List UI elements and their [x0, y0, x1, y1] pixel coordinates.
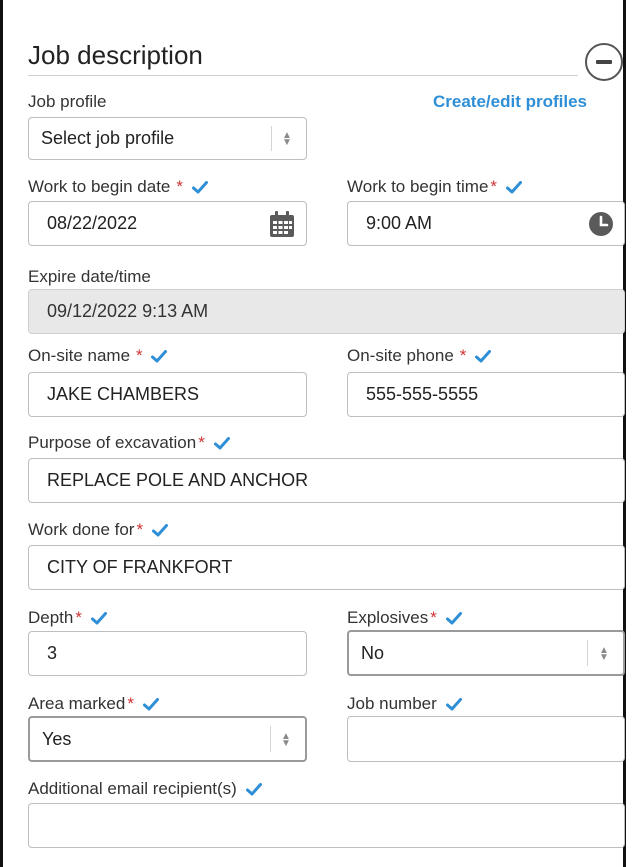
explosives-value: No	[361, 642, 385, 663]
work-begin-date-input[interactable]: 08/22/2022	[28, 201, 307, 246]
minus-circle-icon	[596, 60, 612, 64]
select-divider	[271, 126, 272, 151]
onsite-name-label: On-site name *	[28, 346, 168, 366]
check-icon	[90, 612, 107, 625]
depth-value: 3	[47, 643, 58, 663]
work-done-for-label: Work done for *	[28, 520, 168, 540]
check-icon	[191, 181, 208, 194]
onsite-phone-input[interactable]: 555-555-5555	[347, 372, 625, 417]
area-marked-label: Area marked *	[28, 694, 159, 714]
work-begin-date-value: 08/22/2022	[47, 213, 138, 233]
area-marked-select[interactable]: Yes ▲ ▼	[28, 716, 307, 762]
onsite-name-value: JAKE CHAMBERS	[47, 384, 200, 404]
check-icon	[142, 698, 159, 711]
work-begin-time-value: 9:00 AM	[366, 213, 433, 233]
job-profile-label: Job profile	[28, 92, 107, 111]
check-icon	[151, 524, 168, 537]
onsite-phone-label: On-site phone *	[347, 346, 492, 366]
check-icon	[445, 612, 462, 625]
check-icon	[245, 783, 262, 796]
check-icon	[213, 437, 230, 450]
job-profile-select[interactable]: Select job profile ▲ ▼	[28, 117, 307, 160]
select-arrows-icon: ▲ ▼	[599, 645, 609, 663]
check-icon	[505, 181, 522, 194]
work-done-for-value: CITY OF FRANKFORT	[47, 557, 233, 577]
check-icon	[475, 350, 492, 363]
create-edit-profiles-link[interactable]: Create/edit profiles	[433, 92, 587, 112]
additional-email-input[interactable]	[28, 803, 625, 848]
onsite-name-input[interactable]: JAKE CHAMBERS	[28, 372, 307, 417]
select-arrows-icon: ▲ ▼	[282, 130, 292, 148]
purpose-input[interactable]: REPLACE POLE AND ANCHOR	[28, 458, 625, 503]
work-begin-time-input[interactable]: 9:00 AM	[347, 201, 625, 246]
work-begin-date-label: Work to begin date *	[28, 177, 208, 197]
expire-input: 09/12/2022 9:13 AM	[28, 289, 625, 334]
explosives-select[interactable]: No ▲ ▼	[347, 630, 625, 676]
additional-email-label: Additional email recipient(s)	[28, 779, 262, 799]
clock-icon[interactable]	[588, 211, 614, 237]
job-number-label: Job number	[347, 694, 462, 714]
check-icon	[445, 698, 462, 711]
work-done-for-input[interactable]: CITY OF FRANKFORT	[28, 545, 625, 590]
section-title: Job description	[28, 40, 203, 70]
job-number-input[interactable]	[347, 716, 625, 762]
title-divider	[28, 75, 578, 76]
job-profile-value: Select job profile	[41, 128, 175, 148]
select-divider	[587, 640, 588, 666]
purpose-value: REPLACE POLE AND ANCHOR	[47, 470, 309, 490]
select-divider	[270, 726, 271, 752]
calendar-icon[interactable]	[269, 210, 295, 238]
expire-label: Expire date/time	[28, 267, 151, 286]
purpose-label: Purpose of excavation *	[28, 433, 230, 453]
depth-label: Depth *	[28, 608, 107, 628]
work-begin-time-label: Work to begin time *	[347, 177, 522, 197]
expire-value: 09/12/2022 9:13 AM	[47, 301, 209, 321]
onsite-phone-value: 555-555-5555	[366, 384, 479, 404]
depth-input[interactable]: 3	[28, 631, 307, 676]
area-marked-value: Yes	[42, 728, 72, 749]
check-icon	[151, 350, 168, 363]
collapse-button[interactable]	[585, 43, 623, 81]
select-arrows-icon: ▲ ▼	[281, 731, 291, 749]
explosives-label: Explosives *	[347, 608, 462, 628]
